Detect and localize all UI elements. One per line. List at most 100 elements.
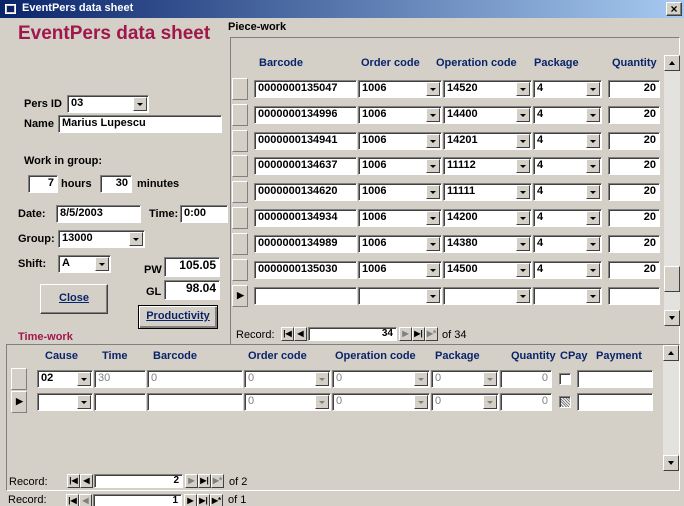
first-record-icon[interactable]: |◀: [66, 494, 79, 506]
operation-code-combo[interactable]: [443, 287, 532, 305]
operation-code-combo[interactable]: 14201: [443, 131, 532, 150]
table-row[interactable]: 0000000134934 1006 14200 4 20: [231, 207, 663, 231]
close-button[interactable]: Close: [40, 284, 108, 314]
new-record-row[interactable]: ▶: [231, 285, 663, 309]
operation-code-combo[interactable]: 14520: [443, 80, 532, 98]
table-row[interactable]: 02 30 0 0 0 0 0: [7, 368, 663, 390]
last-record-icon[interactable]: ▶|: [198, 474, 211, 488]
package-combo[interactable]: 0: [431, 370, 499, 388]
chevron-down-icon[interactable]: [586, 107, 600, 122]
barcode-field[interactable]: 0000000134996: [254, 105, 357, 124]
cause-combo[interactable]: 02: [37, 370, 93, 388]
chevron-down-icon[interactable]: [483, 395, 497, 409]
package-combo[interactable]: 4: [533, 80, 602, 98]
first-record-icon[interactable]: |◀: [67, 474, 80, 488]
row-selector[interactable]: [232, 181, 248, 204]
operation-code-combo[interactable]: 14380: [443, 234, 532, 253]
scroll-up-icon[interactable]: [664, 55, 680, 71]
quantity-field[interactable]: 0: [500, 393, 552, 411]
first-record-icon[interactable]: |◀: [281, 327, 294, 341]
package-combo[interactable]: [533, 287, 602, 305]
chevron-down-icon[interactable]: [516, 236, 530, 251]
chevron-down-icon[interactable]: [77, 395, 91, 409]
cpay-checkbox[interactable]: [559, 373, 571, 385]
chevron-down-icon[interactable]: [426, 236, 440, 251]
close-window-button[interactable]: ×: [666, 2, 682, 16]
new-record-row[interactable]: ▶ 0 0 0 0: [7, 391, 663, 413]
table-row[interactable]: 0000000134620 1006 11111 4 20: [231, 181, 663, 205]
piece-work-scrollbar[interactable]: [664, 55, 680, 326]
table-row[interactable]: 0000000135047 1006 14520 4 20: [231, 78, 663, 102]
chevron-down-icon[interactable]: [426, 82, 440, 96]
barcode-field[interactable]: 0: [147, 370, 243, 388]
payment-field[interactable]: [577, 393, 653, 411]
row-selector[interactable]: [232, 103, 248, 126]
chevron-down-icon[interactable]: [426, 133, 440, 148]
new-record-icon[interactable]: ▶*: [210, 494, 223, 506]
package-combo[interactable]: 4: [533, 183, 602, 202]
order-code-combo[interactable]: 1006: [358, 131, 442, 150]
scroll-down-icon[interactable]: [663, 455, 679, 471]
scroll-up-icon[interactable]: [663, 345, 679, 361]
quantity-field[interactable]: 20: [608, 183, 660, 202]
table-row[interactable]: 0000000134637 1006 11112 4 20: [231, 155, 663, 179]
operation-code-combo[interactable]: 0: [332, 370, 430, 388]
record-number-field[interactable]: 2: [94, 474, 183, 488]
chevron-down-icon[interactable]: [315, 372, 329, 386]
prev-record-icon[interactable]: ◀: [79, 494, 92, 506]
next-record-icon[interactable]: ▶: [185, 474, 198, 488]
barcode-field[interactable]: 0000000134934: [254, 209, 357, 227]
package-combo[interactable]: 4: [533, 260, 602, 279]
row-selector[interactable]: [232, 155, 248, 178]
barcode-field[interactable]: [147, 393, 243, 411]
chevron-down-icon[interactable]: [586, 82, 600, 96]
package-combo[interactable]: 4: [533, 234, 602, 253]
scroll-down-icon[interactable]: [664, 310, 680, 326]
operation-code-combo[interactable]: 14400: [443, 105, 532, 124]
chevron-down-icon[interactable]: [426, 159, 440, 174]
order-code-combo[interactable]: 1006: [358, 209, 442, 227]
last-record-icon[interactable]: ▶|: [412, 327, 425, 341]
barcode-field[interactable]: [254, 287, 357, 305]
chevron-down-icon[interactable]: [414, 372, 428, 386]
operation-code-combo[interactable]: 0: [332, 393, 430, 411]
quantity-field[interactable]: 0: [500, 370, 552, 388]
prev-record-icon[interactable]: ◀: [294, 327, 307, 341]
chevron-down-icon[interactable]: [586, 289, 600, 303]
cause-combo[interactable]: [37, 393, 93, 411]
table-row[interactable]: 0000000134941 1006 14201 4 20: [231, 129, 663, 154]
chevron-down-icon[interactable]: [516, 185, 530, 200]
quantity-field[interactable]: 20: [608, 260, 660, 279]
package-combo[interactable]: 4: [533, 209, 602, 227]
chevron-down-icon[interactable]: [516, 262, 530, 277]
scroll-thumb[interactable]: [664, 266, 680, 292]
quantity-field[interactable]: 20: [608, 157, 660, 176]
order-code-combo[interactable]: 1006: [358, 234, 442, 253]
chevron-down-icon[interactable]: [133, 97, 147, 111]
barcode-field[interactable]: 0000000134941: [254, 131, 357, 150]
operation-code-combo[interactable]: 14200: [443, 209, 532, 227]
quantity-field[interactable]: 20: [608, 234, 660, 253]
table-row[interactable]: 0000000135030 1006 14500 4 20: [231, 258, 663, 283]
package-combo[interactable]: 4: [533, 157, 602, 176]
chevron-down-icon[interactable]: [516, 289, 530, 303]
order-code-combo[interactable]: 1006: [358, 260, 442, 279]
record-number-field[interactable]: 1: [93, 494, 182, 506]
record-number-field[interactable]: 34: [308, 327, 397, 341]
group-combo[interactable]: 13000: [58, 230, 145, 248]
chevron-down-icon[interactable]: [586, 211, 600, 225]
chevron-down-icon[interactable]: [95, 257, 109, 271]
quantity-field[interactable]: 20: [608, 209, 660, 227]
chevron-down-icon[interactable]: [586, 236, 600, 251]
new-record-icon[interactable]: ▶*: [425, 327, 438, 341]
productivity-button[interactable]: Productivity: [138, 305, 218, 329]
barcode-field[interactable]: 0000000134989: [254, 234, 357, 253]
chevron-down-icon[interactable]: [426, 107, 440, 122]
table-row[interactable]: 0000000134989 1006 14380 4 20: [231, 232, 663, 257]
barcode-field[interactable]: 0000000135047: [254, 80, 357, 98]
chevron-down-icon[interactable]: [586, 159, 600, 174]
payment-field[interactable]: [577, 370, 653, 388]
time-work-scrollbar[interactable]: [663, 345, 679, 471]
chevron-down-icon[interactable]: [516, 211, 530, 225]
chevron-down-icon[interactable]: [516, 133, 530, 148]
